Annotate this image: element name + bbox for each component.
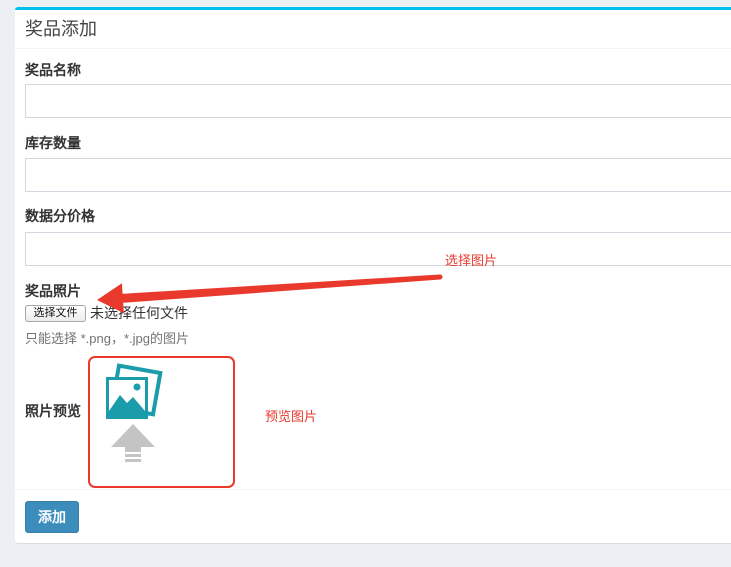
stock-quantity-input[interactable] [25, 158, 731, 192]
choose-file-button[interactable]: 选择文件 [25, 305, 86, 322]
photo-help-text: 只能选择 *.png，*.jpg的图片 [25, 331, 189, 346]
prize-name-input[interactable] [25, 84, 731, 118]
data-points-price-label: 数据分价格 [25, 208, 95, 224]
data-points-price-input[interactable] [25, 232, 731, 266]
upload-arrow-icon [111, 424, 155, 462]
image-upload-icon [106, 363, 163, 462]
file-status-text: 未选择任何文件 [90, 305, 188, 321]
photo-preview-label: 照片预览 [25, 403, 81, 419]
prize-name-label: 奖品名称 [25, 62, 81, 78]
panel-footer: 添加 [15, 489, 731, 543]
prize-add-panel: 奖品添加 奖品名称 库存数量 数据分价格 奖品照片 选择文件 未选择任何文件 只… [15, 7, 731, 543]
panel-title: 奖品添加 [25, 19, 97, 39]
stock-quantity-label: 库存数量 [25, 135, 81, 151]
prize-photo-label: 奖品照片 [25, 283, 81, 299]
add-button[interactable]: 添加 [25, 501, 79, 533]
panel-header: 奖品添加 [15, 10, 731, 49]
front-photo-frame [106, 377, 148, 419]
